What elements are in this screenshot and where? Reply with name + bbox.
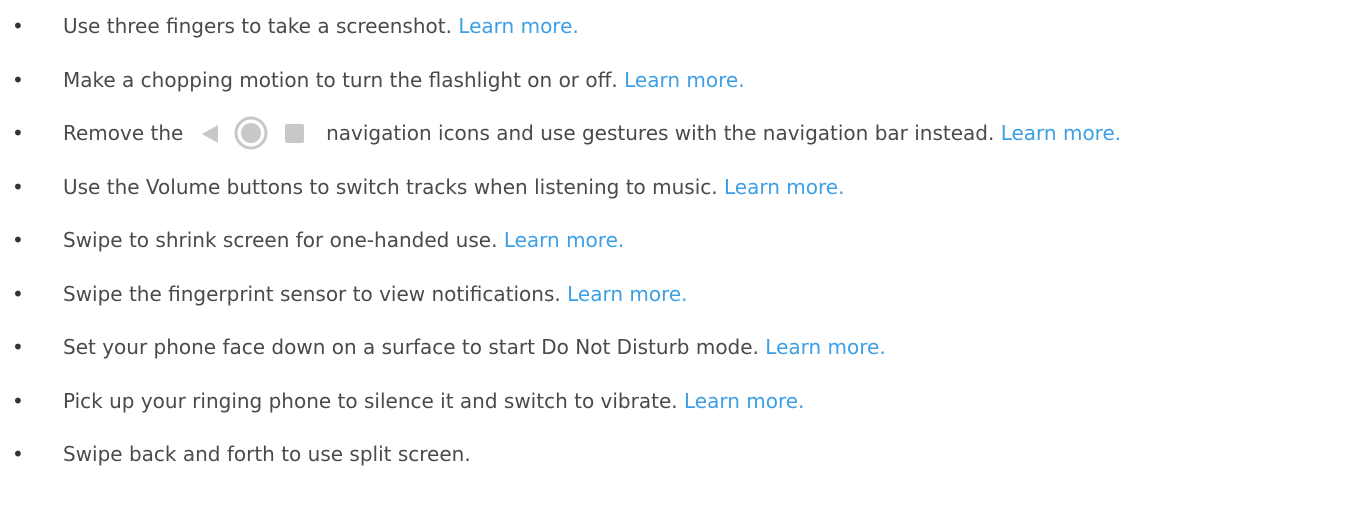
list-item: • Remove the navigation icons and use ge…: [0, 107, 1352, 161]
list-item-text: Swipe back and forth to use split screen…: [63, 428, 471, 482]
bullet: •: [12, 388, 24, 413]
bullet: •: [12, 174, 24, 199]
item-description-end: navigation icons and use gestures with t…: [326, 121, 995, 145]
list-item: • Set your phone face down on a surface …: [0, 321, 1352, 375]
bullet: •: [12, 335, 24, 359]
learn-more-link[interactable]: Learn more.: [684, 389, 804, 413]
list-item: • Swipe to shrink screen for one-handed …: [0, 214, 1352, 268]
learn-more-link[interactable]: Learn more.: [1001, 121, 1121, 145]
bullet: •: [12, 14, 24, 38]
navigation-icons: [194, 116, 316, 150]
recents-square-icon: [284, 123, 304, 143]
list-item: • Use three fingers to take a screenshot…: [0, 0, 1352, 54]
gesture-tips-list: • Use three fingers to take a screenshot…: [0, 0, 1352, 482]
learn-more-link[interactable]: Learn more.: [567, 282, 687, 306]
list-item: • Pick up your ringing phone to silence …: [0, 375, 1352, 429]
list-item-text: Use three fingers to take a screenshot. …: [63, 0, 579, 54]
list-item-text: Swipe to shrink screen for one-handed us…: [63, 214, 624, 268]
item-description: Set your phone face down on a surface to…: [63, 335, 759, 359]
item-description: Swipe to shrink screen for one-handed us…: [63, 228, 498, 252]
list-item-text: Swipe the fingerprint sensor to view not…: [63, 268, 688, 322]
learn-more-link[interactable]: Learn more.: [724, 175, 844, 199]
item-description: Swipe the fingerprint sensor to view not…: [63, 281, 561, 306]
home-circle-icon: [240, 122, 261, 143]
item-description-start: Remove the: [63, 121, 184, 145]
item-description: Make a chopping motion to turn the flash…: [63, 67, 618, 92]
list-item-text: Use the Volume buttons to switch tracks …: [63, 161, 844, 215]
item-description: Use three fingers to take a screenshot.: [63, 14, 452, 38]
bullet: •: [12, 442, 24, 466]
list-item-text: Set your phone face down on a surface to…: [63, 321, 886, 375]
bullet: •: [12, 67, 24, 92]
bullet: •: [12, 121, 24, 145]
item-description: Swipe back and forth to use split screen…: [63, 442, 471, 466]
learn-more-link[interactable]: Learn more.: [458, 14, 578, 38]
learn-more-link[interactable]: Learn more.: [504, 228, 624, 252]
learn-more-link[interactable]: Learn more.: [624, 68, 744, 92]
list-item: • Swipe back and forth to use split scre…: [0, 428, 1352, 482]
list-item-text: Remove the navigation icons and use gest…: [63, 107, 1121, 161]
list-item: • Use the Volume buttons to switch track…: [0, 161, 1352, 215]
list-item-text: Make a chopping motion to turn the flash…: [63, 54, 745, 108]
learn-more-link[interactable]: Learn more.: [765, 335, 885, 359]
item-description: Pick up your ringing phone to silence it…: [63, 388, 678, 413]
list-item-text: Pick up your ringing phone to silence it…: [63, 375, 804, 429]
bullet: •: [12, 281, 24, 306]
list-item: • Make a chopping motion to turn the fla…: [0, 54, 1352, 108]
list-item: • Swipe the fingerprint sensor to view n…: [0, 268, 1352, 322]
bullet: •: [12, 228, 24, 252]
back-triangle-icon: [201, 124, 218, 143]
item-description: Use the Volume buttons to switch tracks …: [63, 174, 718, 199]
